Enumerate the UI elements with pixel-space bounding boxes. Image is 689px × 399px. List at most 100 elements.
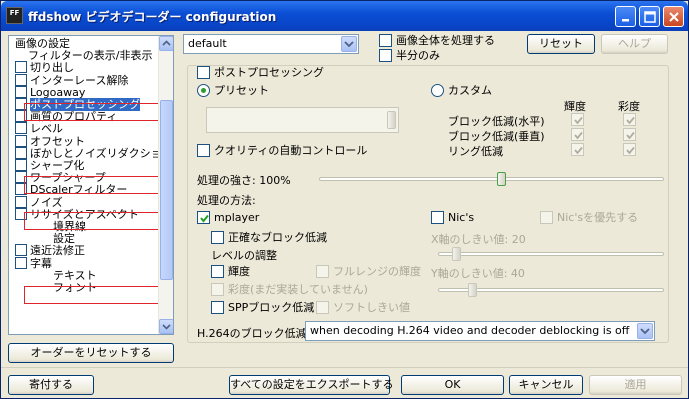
tree-item-checkbox[interactable] (15, 207, 27, 220)
tree-item-checkbox[interactable] (15, 85, 27, 98)
tree-item-label: シャープ化 (30, 159, 85, 172)
tree-item-label: 字幕 (30, 256, 52, 270)
tree-item-checkbox[interactable] (15, 134, 27, 147)
tree-item-checkbox[interactable] (15, 171, 27, 184)
preset-radio[interactable]: プリセット (197, 84, 269, 98)
method-label: 処理の方法: (197, 194, 256, 207)
chroma-unimpl-checkbox[interactable]: 彩度(まだ実装していません) (211, 283, 368, 297)
chevron-down-icon (640, 328, 650, 335)
maximize-icon (644, 11, 656, 23)
preset-dropdown-button[interactable] (341, 36, 357, 52)
bottom-separator (1, 367, 688, 368)
strength-slider-knob[interactable] (496, 172, 506, 186)
filter-tree[interactable]: 画像の設定 フィルターの表示/非表示 切り出し インターレース解除 Logoaway ポス… (8, 35, 174, 335)
process-whole-image-label: 画像全体を処理する (396, 34, 495, 47)
checkmark-icon (574, 146, 583, 155)
tree-item-label: レベル (30, 122, 63, 136)
tree-item-checkbox[interactable] (15, 183, 27, 196)
tree-item-label: オフセット (30, 134, 85, 148)
checkmark-icon (574, 116, 583, 125)
deblock-v-luma-checkbox[interactable] (571, 128, 584, 141)
scroll-down-button[interactable] (159, 319, 173, 334)
postproc-enable-checkbox[interactable]: ポストプロセッシング (197, 66, 327, 80)
preset-slider-knob[interactable] (387, 111, 396, 129)
tree-item-label: フォント (53, 281, 97, 294)
h264-deblock-label: H.264のブロック低減: (197, 327, 311, 340)
tree-item-checkbox[interactable] (15, 98, 27, 110)
tree-item-checkbox[interactable] (15, 122, 27, 135)
full-range-luma-label: フルレンジの輝度 (333, 265, 421, 278)
deblock-h-chroma-checkbox[interactable] (623, 113, 636, 126)
close-icon (669, 12, 679, 22)
strength-label: 処理の強さ: 100% (197, 174, 291, 187)
tree-item-checkbox[interactable] (15, 159, 27, 171)
level-adjust-label: レベルの調整 (211, 249, 277, 262)
tree-item-label: 遠近法修正 (30, 244, 85, 258)
nics-checkbox[interactable]: Nic's (431, 211, 474, 225)
full-range-luma-checkbox[interactable]: フルレンジの輝度 (316, 265, 421, 279)
x-threshold-knob[interactable] (452, 247, 461, 261)
tree-item-checkbox[interactable] (15, 146, 27, 159)
scroll-up-button[interactable] (159, 36, 173, 51)
apply-button[interactable]: 適用 (589, 375, 682, 395)
nics-prefer-checkbox[interactable]: Nic'sを優先する (540, 211, 638, 225)
tree-item-label: ワープシャープ (30, 171, 106, 185)
h264-deblock-combo[interactable]: when decoding H.264 video and decoder de… (305, 321, 655, 341)
maximize-button[interactable] (639, 6, 660, 27)
checkmark-icon (626, 116, 635, 125)
close-button[interactable] (663, 6, 684, 27)
reset-order-button[interactable]: オーダーをリセットする (8, 343, 174, 363)
deblock-h-luma-checkbox[interactable] (571, 113, 584, 126)
h264-dropdown-button[interactable] (637, 323, 653, 339)
soft-threshold-label: ソフトしきい値 (333, 301, 410, 314)
tree-item-checkbox[interactable] (15, 73, 27, 86)
dering-label: リング低減 (448, 145, 503, 158)
scroll-thumb[interactable] (160, 100, 173, 280)
deblock-v-chroma-checkbox[interactable] (623, 128, 636, 141)
mplayer-checkbox[interactable]: mplayer (197, 211, 259, 225)
accurate-deblock-checkbox[interactable]: 正確なブロック低減 (211, 231, 327, 245)
half-only-checkbox[interactable]: 半分のみ (379, 49, 440, 63)
tree-item-checkbox[interactable] (15, 256, 27, 269)
donate-button[interactable]: 寄付する (8, 375, 94, 395)
tree-scrollbar[interactable] (158, 36, 173, 334)
preset-slider-frame (206, 107, 399, 133)
tree-item[interactable]: 字幕 (15, 256, 52, 271)
minimize-button[interactable] (615, 6, 636, 27)
y-threshold-knob[interactable] (468, 283, 477, 297)
reset-button[interactable]: リセット (527, 34, 595, 54)
luma-checkbox[interactable]: 輝度 (211, 265, 250, 279)
spp-deblock-checkbox[interactable]: SPPブロック低減 (211, 301, 314, 315)
mplayer-label: mplayer (214, 211, 260, 224)
cancel-button[interactable]: キャンセル (509, 375, 583, 395)
preset-combo[interactable]: default (183, 34, 359, 54)
custom-radio[interactable]: カスタム (431, 84, 492, 98)
process-whole-image-checkbox[interactable]: 画像全体を処理する (379, 34, 495, 48)
nics-prefer-label: Nic'sを優先する (557, 211, 639, 224)
help-button[interactable]: ヘルプ (601, 34, 668, 54)
chroma-header: 彩度 (618, 100, 640, 113)
ok-button[interactable]: OK (401, 375, 504, 395)
title-bar[interactable]: FF ffdshow ビデオデコーダー configuration (1, 1, 688, 31)
dering-luma-checkbox[interactable] (571, 143, 584, 156)
auto-quality-checkbox[interactable]: クオリティの自動コントロール (197, 144, 367, 158)
checkmark-icon (626, 131, 635, 140)
tree-item-checkbox[interactable] (15, 244, 27, 257)
deblock-h-label: ブロック低減(水平) (448, 115, 545, 128)
tree-item-checkbox[interactable] (15, 195, 27, 208)
export-settings-button[interactable]: すべての設定をエクスポートする (229, 375, 393, 395)
chevron-down-icon (162, 324, 171, 330)
tree-item[interactable]: フォント (53, 281, 97, 295)
x-threshold-track[interactable] (438, 252, 664, 256)
strength-slider-track[interactable] (319, 177, 664, 181)
preset-radio-label: プリセット (214, 84, 269, 97)
half-only-label: 半分のみ (396, 49, 440, 62)
accurate-deblock-label: 正確なブロック低減 (228, 231, 327, 244)
soft-threshold-checkbox[interactable]: ソフトしきい値 (316, 301, 410, 315)
tree-item-checkbox[interactable] (15, 110, 27, 123)
chevron-up-icon (162, 40, 171, 46)
ffdshow-icon: FF (6, 7, 23, 24)
dering-chroma-checkbox[interactable] (623, 143, 636, 156)
chevron-down-icon (344, 41, 354, 48)
tree-item-checkbox[interactable] (15, 61, 27, 74)
